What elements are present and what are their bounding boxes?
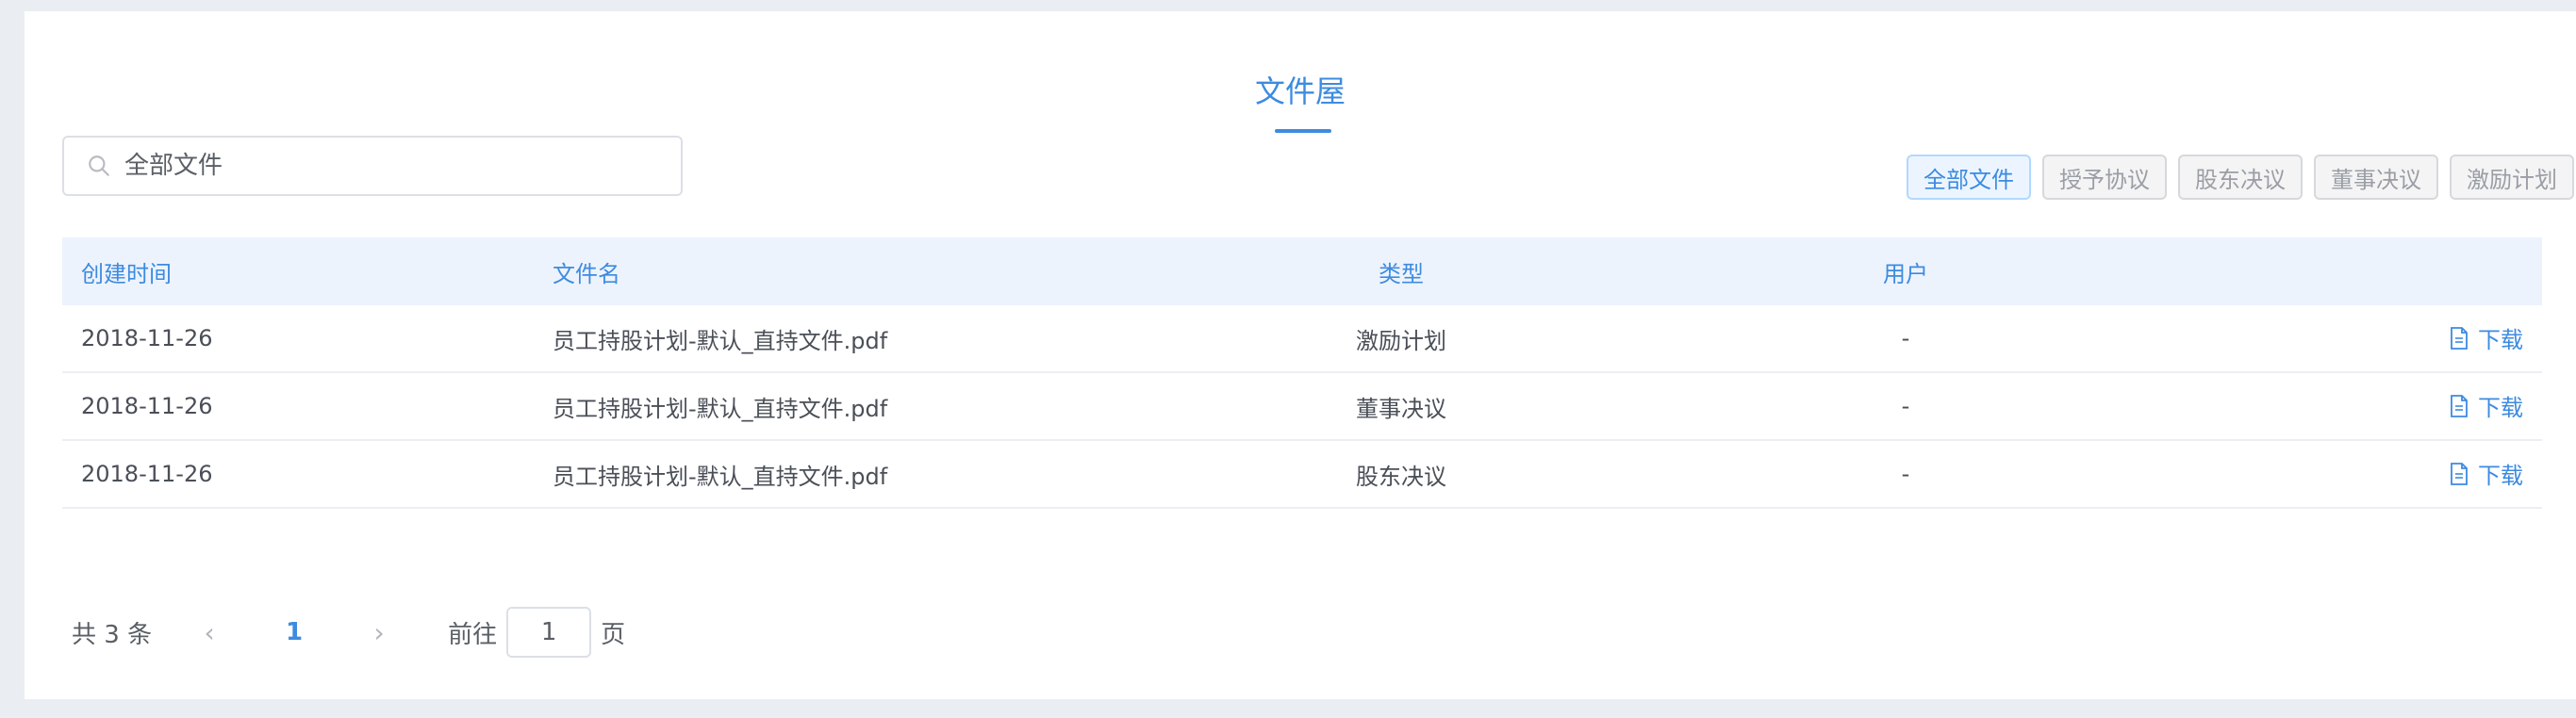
goto-page-input[interactable] [506,607,592,658]
filter-grant-agreement[interactable]: 授予协议 [2042,155,2167,200]
page-unit-label: 页 [601,620,626,649]
document-icon [2451,462,2468,485]
download-button[interactable]: 下载 [2450,321,2523,354]
table-row: 2018-11-26 员工持股计划-默认_直持文件.pdf 激励计划 - 下载 [62,305,2542,373]
page-number-current[interactable]: 1 [261,618,327,646]
filter-all-files[interactable]: 全部文件 [1907,155,2031,200]
cell-type: 董事决议 [1356,395,1446,422]
cell-action: 下载 [2306,389,2542,423]
filter-board-resolution[interactable]: 董事决议 [2314,155,2438,200]
download-label: 下载 [2478,463,2523,490]
cell-user: - [1901,461,1910,487]
search-input[interactable] [124,152,652,180]
cell-action: 下载 [2306,321,2542,355]
search-box[interactable] [62,136,683,196]
table-row: 2018-11-26 员工持股计划-默认_直持文件.pdf 董事决议 - 下载 [62,373,2542,441]
search-icon [89,155,109,176]
download-label: 下载 [2478,327,2523,354]
cell-date: 2018-11-26 [81,393,213,419]
title-underline [1275,129,1331,133]
cell-file-name: 员工持股计划-默认_直持文件.pdf [553,463,888,490]
cell-type: 激励计划 [1356,327,1446,354]
download-button[interactable]: 下载 [2450,457,2523,490]
cell-date: 2018-11-26 [81,461,213,487]
next-page-icon[interactable]: › [365,617,393,648]
download-label: 下载 [2478,395,2523,422]
header-user[interactable]: 用户 [1505,255,2306,288]
pagination: 共 3 条 ‹ 1 › 前往 页 [72,607,625,658]
goto-label: 前往 [448,620,498,649]
filter-shareholder-resolution[interactable]: 股东决议 [2178,155,2303,200]
download-button[interactable]: 下载 [2450,389,2523,422]
header-type[interactable]: 类型 [1297,255,1505,288]
filter-incentive-plan[interactable]: 激励计划 [2450,155,2574,200]
file-table: 创建时间 文件名 类型 用户 2018-11-26 员工持股计划-默认_直持文件… [62,237,2542,509]
table-header: 创建时间 文件名 类型 用户 [62,237,2542,305]
prev-page-icon[interactable]: ‹ [195,617,223,648]
document-icon [2451,326,2468,350]
filter-tags: 全部文件 授予协议 股东决议 董事决议 激励计划 [1907,155,2574,200]
pagination-total: 共 3 条 [72,620,153,649]
cell-user: - [1901,393,1910,419]
table-row: 2018-11-26 员工持股计划-默认_直持文件.pdf 股东决议 - 下载 [62,441,2542,509]
cell-user: - [1901,325,1910,351]
cell-date: 2018-11-26 [81,325,213,351]
header-created-time[interactable]: 创建时间 [62,255,553,288]
header-file-name[interactable]: 文件名 [553,255,1297,288]
page-title: 文件屋 [1254,73,1346,109]
cell-action: 下载 [2306,457,2542,491]
cell-file-name: 员工持股计划-默认_直持文件.pdf [553,327,888,354]
cell-file-name: 员工持股计划-默认_直持文件.pdf [553,395,888,422]
file-house-panel: 文件屋 全部文件 授予协议 股东决议 董事决议 激励计划 创建时间 文件名 类型… [25,11,2576,699]
cell-type: 股东决议 [1356,463,1446,490]
document-icon [2451,394,2468,417]
